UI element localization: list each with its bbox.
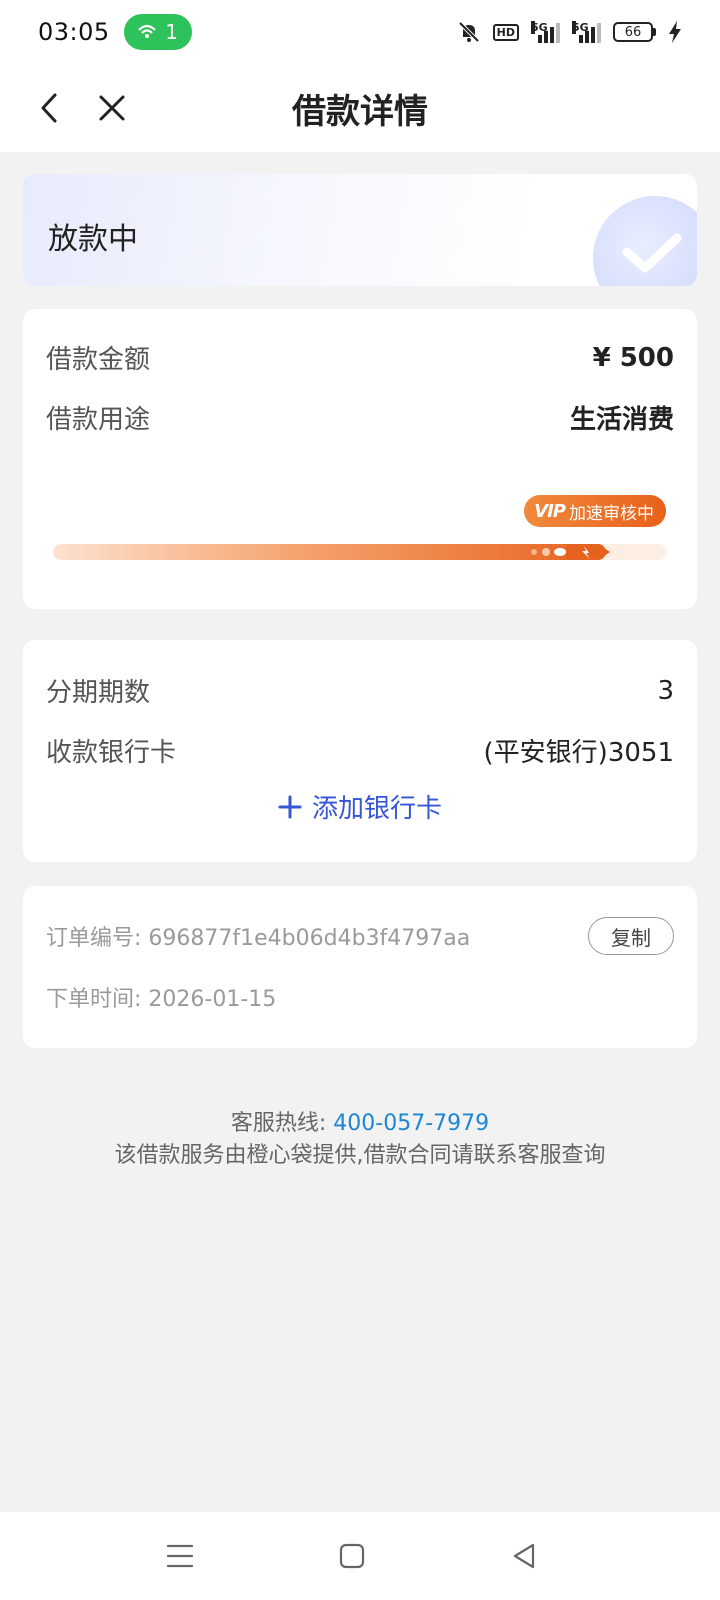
vip-review-text: 加速审核中 [569,503,654,524]
menu-button[interactable] [162,1540,198,1572]
review-progress-fill [53,544,606,560]
vip-logo: VIP [534,500,566,522]
order-info-card: 订单编号: 696877f1e4b06d4b3f4797aa 复制 下单时间: … [23,886,697,1048]
back-nav-button[interactable] [506,1540,542,1572]
loan-purpose-row: 借款用途 生活消费 [46,399,674,436]
installment-card: 分期期数 3 收款银行卡 (平安银行)3051 添加银行卡 [23,640,697,862]
hotline-label: 客服热线: [230,1111,327,1136]
status-bar: 03:05 1 HD 5G 5G 66 [0,0,720,64]
loan-info-card: 借款金额 ¥ 500 借款用途 生活消费 VIP 加速审核中 [23,309,697,609]
charging-icon [669,21,681,43]
order-number-line: 订单编号: 696877f1e4b06d4b3f4797aa [46,920,470,952]
hotline-line: 客服热线: 400-057-7979 [0,1108,720,1140]
loan-amount-label: 借款金额 [46,345,151,375]
order-number-label: 订单编号: [46,926,142,951]
bank-card-row[interactable]: 收款银行卡 (平安银行)3051 [46,732,674,769]
footer: 客服热线: 400-057-7979 该借款服务由橙心袋提供,借款合同请联系客服… [0,1108,720,1172]
loan-amount-value: ¥ 500 [592,342,674,373]
home-square-icon [339,1543,365,1569]
installments-row: 分期期数 3 [46,672,674,709]
battery-icon: 66 [613,22,656,42]
check-icon [622,233,682,273]
status-icons: HD 5G 5G 66 [457,20,682,44]
installments-value: 3 [657,675,674,706]
hd-voice-icon: HD [492,23,519,41]
bank-card-label: 收款银行卡 [46,738,177,768]
loan-status-card: 放款中 [23,174,697,286]
loan-amount-row: 借款金额 ¥ 500 [46,339,674,376]
page-title: 借款详情 [292,92,428,132]
menu-icon [166,1544,194,1568]
system-nav-bar [0,1512,720,1600]
hotspot-count: 1 [165,20,179,44]
service-note: 该借款服务由橙心袋提供,借款合同请联系客服查询 [114,1143,606,1168]
battery-level: 66 [613,22,653,42]
hotspot-indicator: 1 [123,14,192,50]
vip-review-badge: VIP 加速审核中 [524,495,666,527]
loan-purpose-value: 生活消费 [569,405,674,435]
plus-icon [278,795,302,818]
triangle-back-icon [513,1543,535,1569]
hotline-number-link[interactable]: 400-057-7979 [333,1111,489,1136]
add-bank-card-button[interactable]: 添加银行卡 [23,788,697,825]
copy-button[interactable]: 复制 [588,917,674,955]
bank-card-value: (平安银行)3051 [483,738,674,768]
home-button[interactable] [334,1540,370,1572]
wifi-hotspot-icon [138,24,157,38]
installments-label: 分期期数 [46,678,151,708]
signal-2-icon: 5G [572,21,601,43]
order-time-value: 2026-01-15 [148,987,277,1012]
order-number-value: 696877f1e4b06d4b3f4797aa [148,926,471,951]
add-bank-card-label: 添加银行卡 [311,794,442,824]
signal-1-icon: 5G [531,21,560,43]
status-time: 03:05 [38,18,110,46]
nav-bar: 借款详情 [0,64,720,152]
order-time-line: 下单时间: 2026-01-15 [46,981,276,1013]
bell-muted-icon [458,21,480,43]
rocket-icon [530,544,610,560]
loan-purpose-label: 借款用途 [46,405,151,435]
loan-status-text: 放款中 [48,222,138,257]
review-progress-bar [53,544,667,560]
order-time-label: 下单时间: [46,987,142,1012]
